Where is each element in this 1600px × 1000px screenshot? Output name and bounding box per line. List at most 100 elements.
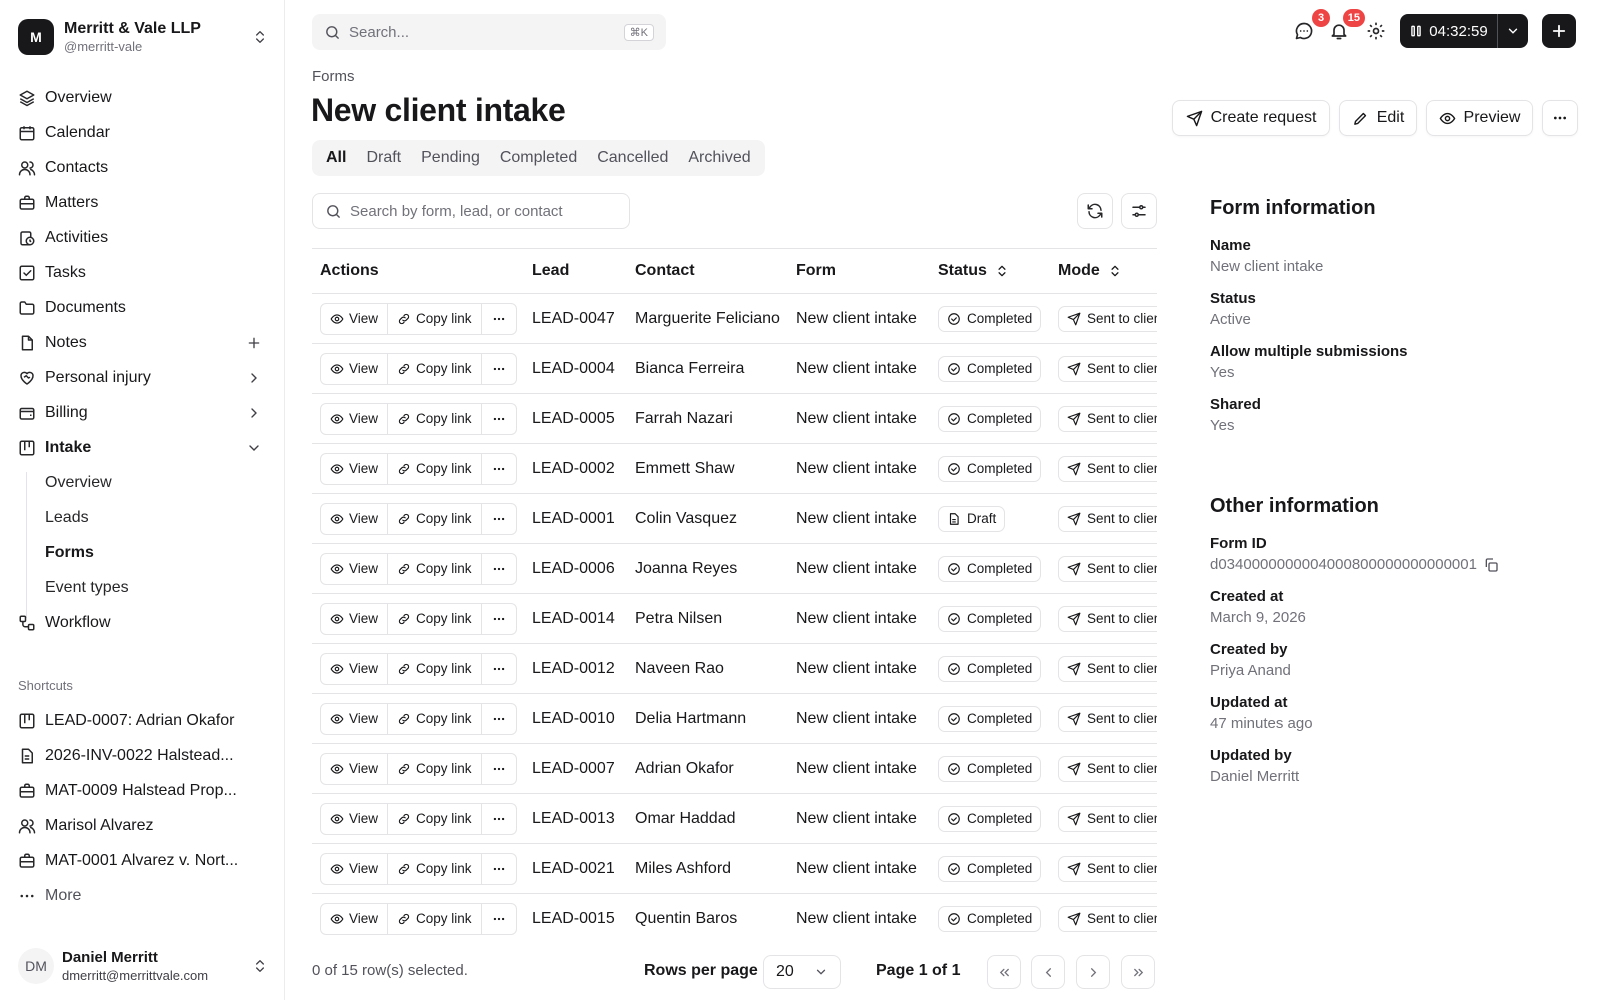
shortcut-item[interactable]: LEAD-0007: Adrian Okafor	[18, 706, 268, 736]
view-button[interactable]: View	[321, 453, 389, 484]
cell-contact[interactable]: Marguerite Feliciano	[627, 294, 788, 344]
cell-contact[interactable]: Colin Vasquez	[627, 494, 788, 544]
row-more-button[interactable]	[482, 854, 516, 884]
table-row[interactable]: View Copy link LEAD-0012 Naveen Rao New clie…	[312, 644, 1157, 694]
edit-button[interactable]: Edit	[1339, 100, 1417, 136]
tab-pending[interactable]: Pending	[411, 143, 490, 173]
view-button[interactable]: View	[321, 603, 389, 634]
row-more-button[interactable]	[482, 654, 516, 684]
view-button[interactable]: View	[321, 853, 389, 884]
table-row[interactable]: View Copy link LEAD-0004 Bianca Ferreira New…	[312, 344, 1157, 394]
cell-contact[interactable]: Bianca Ferreira	[627, 344, 788, 394]
first-page-button[interactable]	[987, 955, 1021, 989]
messages-button[interactable]: 3	[1290, 9, 1330, 45]
subnav-event-types[interactable]: Event types	[45, 573, 129, 603]
row-more-button[interactable]	[482, 804, 516, 834]
row-more-button[interactable]	[482, 404, 516, 434]
cell-contact[interactable]: Petra Nilsen	[627, 594, 788, 644]
nav-contacts[interactable]: Contacts	[18, 153, 268, 183]
cell-contact[interactable]: Emmett Shaw	[627, 444, 788, 494]
breadcrumb[interactable]: Forms	[312, 68, 355, 85]
table-row[interactable]: View Copy link LEAD-0047 Marguerite Felicia…	[312, 294, 1157, 344]
view-button[interactable]: View	[321, 353, 389, 384]
notifications-button[interactable]: 15	[1325, 9, 1365, 45]
nav-overview[interactable]: Overview	[18, 83, 268, 113]
plus-icon[interactable]	[246, 335, 262, 351]
copy-link-button[interactable]: Copy link	[388, 403, 482, 434]
copy-link-button[interactable]: Copy link	[388, 453, 482, 484]
table-row[interactable]: View Copy link LEAD-0006 Joanna Reyes New cl…	[312, 544, 1157, 594]
copy-link-button[interactable]: Copy link	[388, 503, 482, 534]
shortcut-item[interactable]: 2026-INV-0022 Halstead...	[18, 741, 268, 771]
cell-lead[interactable]: LEAD-0010	[524, 694, 627, 744]
row-more-button[interactable]	[482, 704, 516, 734]
row-more-button[interactable]	[482, 554, 516, 584]
row-more-button[interactable]	[482, 904, 516, 934]
cell-contact[interactable]: Joanna Reyes	[627, 544, 788, 594]
cell-contact[interactable]: Farrah Nazari	[627, 394, 788, 444]
cell-lead[interactable]: LEAD-0014	[524, 594, 627, 644]
view-button[interactable]: View	[321, 803, 389, 834]
nav-activities[interactable]: Activities	[18, 223, 268, 253]
cell-lead[interactable]: LEAD-0004	[524, 344, 627, 394]
cell-lead[interactable]: LEAD-0007	[524, 744, 627, 794]
cell-contact[interactable]: Miles Ashford	[627, 844, 788, 894]
view-button[interactable]: View	[321, 653, 389, 684]
nav-workflow[interactable]: Workflow	[18, 608, 268, 638]
nav-calendar[interactable]: Calendar	[18, 118, 268, 148]
table-row[interactable]: View Copy link LEAD-0015 Quentin Baros New c…	[312, 894, 1157, 941]
row-more-button[interactable]	[482, 754, 516, 784]
table-row[interactable]: View Copy link LEAD-0001 Colin Vasquez New c…	[312, 494, 1157, 544]
copy-link-button[interactable]: Copy link	[388, 653, 482, 684]
copy-link-button[interactable]: Copy link	[388, 903, 482, 934]
org-switcher[interactable]: M Merritt & Vale LLP @merritt-vale	[18, 17, 268, 57]
copy-link-button[interactable]: Copy link	[388, 703, 482, 734]
cell-lead[interactable]: LEAD-0047	[524, 294, 627, 344]
copy-link-button[interactable]: Copy link	[388, 753, 482, 784]
table-row[interactable]: View Copy link LEAD-0002 Emmett Shaw New cli…	[312, 444, 1157, 494]
tab-archived[interactable]: Archived	[678, 143, 760, 173]
cell-contact[interactable]: Delia Hartmann	[627, 694, 788, 744]
tab-cancelled[interactable]: Cancelled	[587, 143, 678, 173]
table-row[interactable]: View Copy link LEAD-0007 Adrian Okafor New c…	[312, 744, 1157, 794]
tab-draft[interactable]: Draft	[356, 143, 411, 173]
preview-button[interactable]: Preview	[1426, 100, 1533, 136]
cell-contact[interactable]: Omar Haddad	[627, 794, 788, 844]
copy-link-button[interactable]: Copy link	[388, 603, 482, 634]
nav-notes[interactable]: Notes	[18, 328, 268, 358]
header-mode[interactable]: Mode	[1050, 249, 1157, 294]
prev-page-button[interactable]	[1031, 955, 1065, 989]
filter-settings-button[interactable]	[1121, 193, 1157, 229]
tab-all[interactable]: All	[316, 143, 356, 173]
table-row[interactable]: View Copy link LEAD-0010 Delia Hartmann New …	[312, 694, 1157, 744]
timer-toggle[interactable]: 04:32:59	[1400, 23, 1497, 40]
copy-link-button[interactable]: Copy link	[388, 803, 482, 834]
cell-lead[interactable]: LEAD-0001	[524, 494, 627, 544]
subnav-overview[interactable]: Overview	[45, 468, 112, 498]
nav-billing[interactable]: Billing	[18, 398, 268, 428]
view-button[interactable]: View	[321, 753, 389, 784]
cell-lead[interactable]: LEAD-0012	[524, 644, 627, 694]
view-button[interactable]: View	[321, 553, 389, 584]
view-button[interactable]: View	[321, 703, 389, 734]
row-more-button[interactable]	[482, 454, 516, 484]
cell-lead[interactable]: LEAD-0013	[524, 794, 627, 844]
copy-icon[interactable]	[1483, 557, 1499, 573]
nav-intake[interactable]: Intake	[18, 433, 268, 463]
table-row[interactable]: View Copy link LEAD-0013 Omar Haddad New cli…	[312, 794, 1157, 844]
copy-link-button[interactable]: Copy link	[388, 303, 482, 334]
subnav-forms[interactable]: Forms	[45, 538, 94, 568]
cell-lead[interactable]: LEAD-0006	[524, 544, 627, 594]
cell-lead[interactable]: LEAD-0015	[524, 894, 627, 941]
row-more-button[interactable]	[482, 504, 516, 534]
global-search[interactable]: Search... ⌘K	[312, 14, 666, 50]
table-row[interactable]: View Copy link LEAD-0005 Farrah Nazari New c…	[312, 394, 1157, 444]
copy-link-button[interactable]: Copy link	[388, 353, 482, 384]
table-search-input[interactable]: Search by form, lead, or contact	[312, 193, 630, 229]
shortcut-item[interactable]: Marisol Alvarez	[18, 811, 268, 841]
cell-lead[interactable]: LEAD-0002	[524, 444, 627, 494]
rows-per-page-select[interactable]: 20	[763, 955, 841, 989]
tab-completed[interactable]: Completed	[490, 143, 587, 173]
copy-link-button[interactable]: Copy link	[388, 553, 482, 584]
table-row[interactable]: View Copy link LEAD-0014 Petra Nilsen New cl…	[312, 594, 1157, 644]
